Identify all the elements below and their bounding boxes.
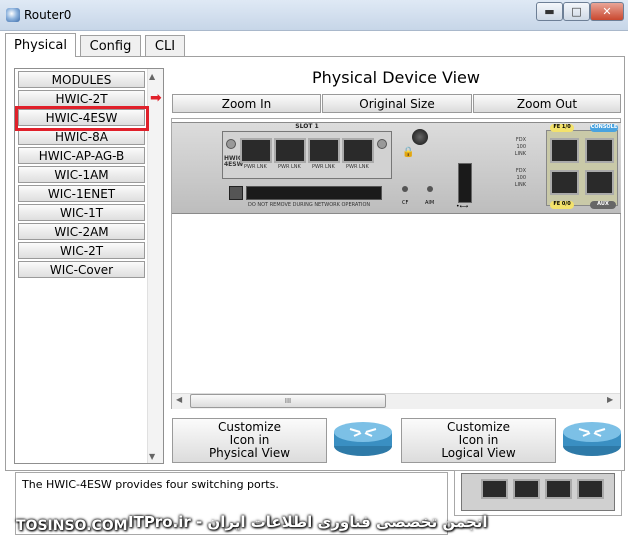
fdx-led-labels: FDX 100 LINK <box>514 168 526 188</box>
switch-port[interactable] <box>240 138 272 163</box>
module-item-wic-1t[interactable]: WIC-1T <box>18 204 145 221</box>
cf-label: CF <box>402 200 409 206</box>
module-item-wic-1am[interactable]: WIC-1AM <box>18 166 145 183</box>
cf-led <box>402 186 408 192</box>
title-bar[interactable] <box>0 0 628 31</box>
power-knob <box>412 129 428 145</box>
switch-port[interactable] <box>274 138 306 163</box>
view-title: Physical Device View <box>312 68 480 87</box>
tab-physical[interactable]: Physical <box>5 33 76 57</box>
maximize-button[interactable]: □ <box>563 2 590 21</box>
fastethernet-port[interactable] <box>550 170 579 195</box>
router-icon <box>334 422 392 456</box>
module-list-scrollbar[interactable] <box>147 69 163 463</box>
original-size-button[interactable]: Original Size <box>322 94 472 113</box>
scroll-thumb[interactable]: III <box>190 394 386 408</box>
aux-label: AUX <box>590 201 616 209</box>
warning-label: DO NOT REMOVE DURING NETWORK OPERATION <box>248 202 371 208</box>
preview-port <box>577 479 604 499</box>
fastethernet-port[interactable] <box>550 138 579 163</box>
preview-port <box>545 479 572 499</box>
aim-label: AIM <box>425 200 435 206</box>
close-button[interactable]: ✕ <box>590 2 624 21</box>
module-item-wic-2t[interactable]: WIC-2T <box>18 242 145 259</box>
fe00-label: FE 0/0 <box>550 201 574 209</box>
watermark-left: TOSINSO.COM <box>16 518 128 534</box>
usb-port <box>458 163 472 203</box>
port-led-label: PWR LNK <box>244 164 267 170</box>
button-line: Logical View <box>441 446 516 460</box>
module-item-wic-2am[interactable]: WIC-2AM <box>18 223 145 240</box>
scroll-right-icon[interactable]: ▶ <box>607 395 613 404</box>
tab-cli[interactable]: CLI <box>145 35 185 56</box>
scroll-left-icon[interactable]: ◀ <box>176 395 182 404</box>
selection-highlight <box>15 106 149 131</box>
router-app-icon <box>6 8 20 22</box>
customize-physical-view-button[interactable]: Customize Icon in Physical View <box>172 418 327 463</box>
zoom-out-button[interactable]: Zoom Out <box>473 94 621 113</box>
screw-icon <box>377 139 387 149</box>
fe10-label: FE 1/0 <box>550 124 574 132</box>
port-led-label: PWR LNK <box>346 164 369 170</box>
zoom-in-button[interactable]: Zoom In <box>172 94 321 113</box>
lock-icon: 🔒 <box>402 147 415 158</box>
slot-label: SLOT 1 <box>295 123 319 130</box>
usb-icon: •⟷ <box>456 203 469 210</box>
switch-port[interactable] <box>342 138 374 163</box>
switch-port[interactable] <box>308 138 340 163</box>
console-label: CONSOLE <box>590 124 618 132</box>
preview-port <box>513 479 540 499</box>
scroll-down-icon[interactable]: ▼ <box>149 452 155 461</box>
router-icon <box>563 422 621 456</box>
module-item-hwic-2t[interactable]: HWIC-2T <box>18 90 145 107</box>
minimize-button[interactable]: ▬ <box>536 2 563 21</box>
cf-eject-button <box>229 186 243 200</box>
watermark-right: ITPro.ir - انجمن تخصصی فناوری اطلاعات ای… <box>128 513 488 531</box>
scroll-up-icon[interactable]: ▲ <box>149 72 155 81</box>
arrow-right-icon: ➡ <box>150 90 162 106</box>
window-title: Router0 <box>24 8 72 22</box>
module-item-wic-cover[interactable]: WIC-Cover <box>18 261 145 278</box>
preview-port <box>481 479 508 499</box>
console-port[interactable] <box>585 138 614 163</box>
aim-led <box>427 186 433 192</box>
port-led-label: PWR LNK <box>312 164 335 170</box>
aux-port[interactable] <box>585 170 614 195</box>
button-line: Physical View <box>208 446 291 460</box>
screw-icon <box>226 139 236 149</box>
customize-logical-view-button[interactable]: Customize Icon in Logical View <box>401 418 556 463</box>
module-item-modules-header[interactable]: MODULES <box>18 71 145 88</box>
module-item-wic-1enet[interactable]: WIC-1ENET <box>18 185 145 202</box>
compact-flash-slot <box>246 186 382 200</box>
module-item-hwic-ap-ag-b[interactable]: HWIC-AP-AG-B <box>18 147 145 164</box>
tab-config[interactable]: Config <box>80 35 141 56</box>
port-led-label: PWR LNK <box>278 164 301 170</box>
fdx-led-labels: FDX 100 LINK <box>514 137 526 157</box>
